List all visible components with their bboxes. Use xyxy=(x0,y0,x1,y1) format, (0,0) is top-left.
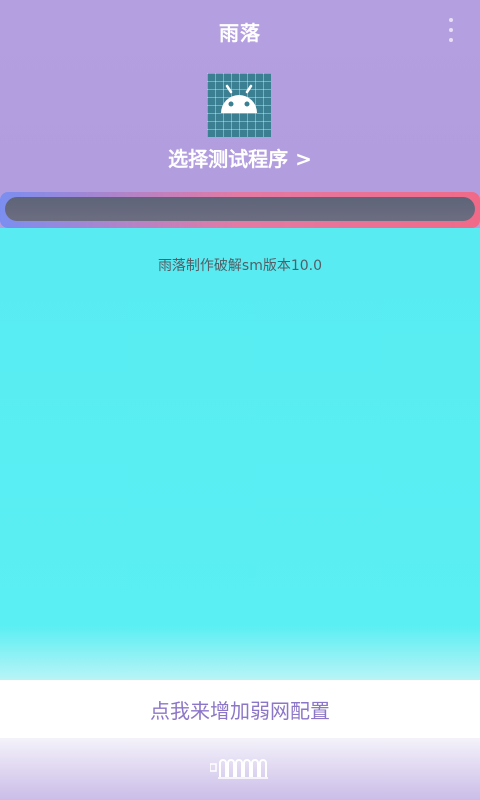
android-icon[interactable] xyxy=(207,73,271,137)
progress-bar-frame xyxy=(0,192,480,228)
home-handle-icon[interactable] xyxy=(209,755,270,781)
version-text: 雨落制作破解sm版本10.0 xyxy=(157,258,323,274)
select-program-button[interactable]: 选择测试程序 > xyxy=(0,143,480,172)
navigation-bar xyxy=(0,738,480,800)
app-screen: 雨落 选择测试程序 > 雨落制作破解sm版本10.0 点我来增加弱网配置 xyxy=(0,0,480,800)
main-panel: 雨落制作破解sm版本10.0 xyxy=(0,228,480,680)
header: 雨落 选择测试程序 > xyxy=(0,0,480,195)
progress-bar xyxy=(5,197,475,221)
app-title: 雨落 xyxy=(219,21,261,45)
add-weak-network-config-button[interactable]: 点我来增加弱网配置 xyxy=(0,680,480,738)
more-vert-icon[interactable] xyxy=(446,18,456,42)
